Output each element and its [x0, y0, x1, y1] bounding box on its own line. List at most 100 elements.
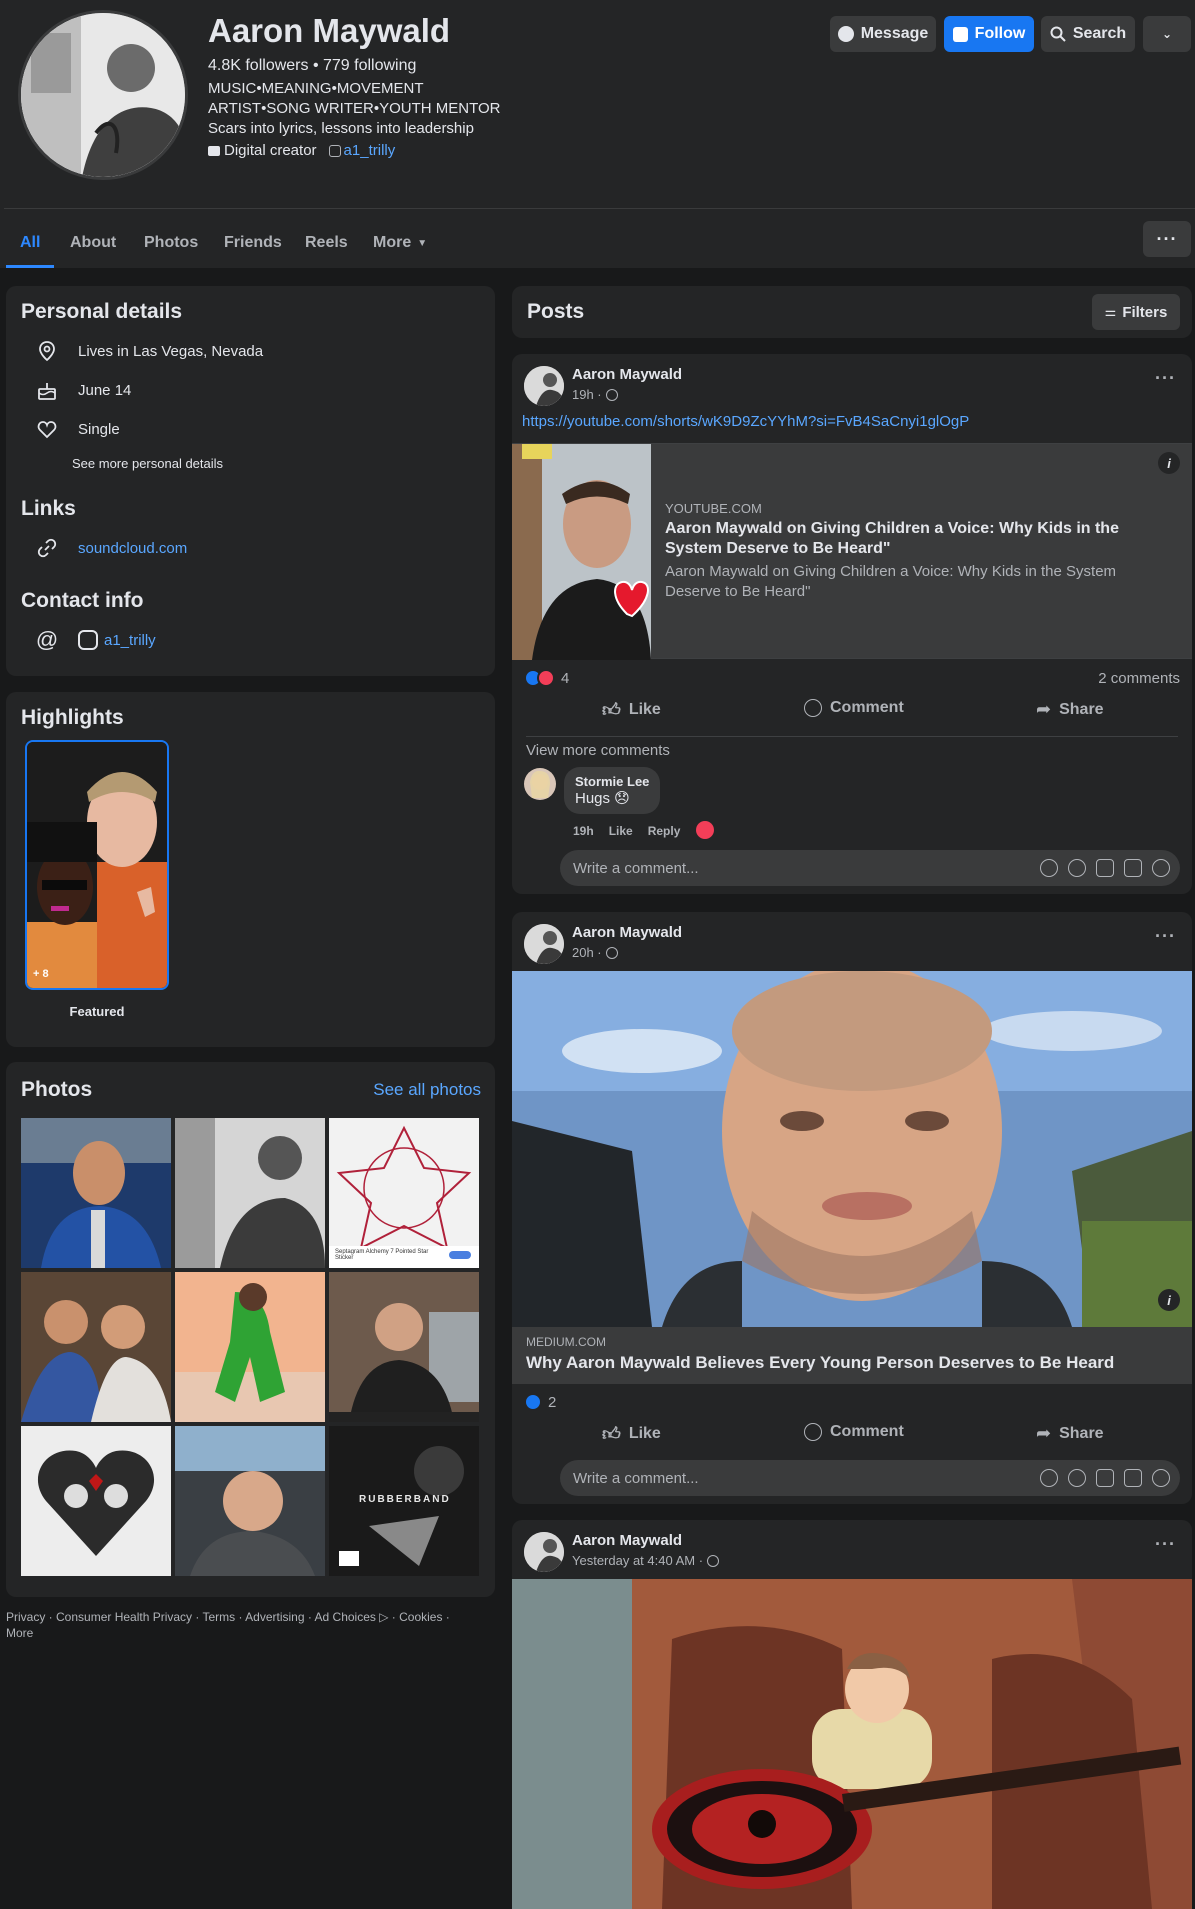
- photo-tile-6[interactable]: [329, 1272, 479, 1422]
- profile-avatar[interactable]: [18, 10, 188, 180]
- post-author-avatar[interactable]: [524, 366, 564, 406]
- info-icon[interactable]: i: [1158, 452, 1180, 474]
- comment-label: Comment: [830, 699, 904, 716]
- link-preview[interactable]: YOUTUBE.COM Aaron Maywald on Giving Chil…: [512, 443, 1192, 660]
- comments-count[interactable]: 2 comments: [1098, 670, 1180, 687]
- see-all-photos-link[interactable]: See all photos: [373, 1080, 481, 1100]
- photo-tile-3[interactable]: Septagram Alchemy 7 Pointed Star Sticker: [329, 1118, 479, 1268]
- post-author-name[interactable]: Aaron Maywald: [572, 1532, 682, 1549]
- camera-icon[interactable]: [1096, 1469, 1114, 1487]
- post-author-avatar[interactable]: [524, 1532, 564, 1572]
- post-author-name[interactable]: Aaron Maywald: [572, 366, 682, 383]
- comment-bubble: Stormie Lee Hugs 😞: [564, 767, 661, 814]
- tab-friends[interactable]: Friends: [224, 218, 282, 268]
- message-button[interactable]: Message: [830, 16, 936, 52]
- reaction-summary[interactable]: 2: [524, 1393, 556, 1411]
- like-button[interactable]: 👍︎ Like: [602, 1423, 661, 1445]
- instagram-link[interactable]: a1_trilly: [328, 142, 396, 159]
- photo-tile-2[interactable]: [175, 1118, 325, 1268]
- emoji-icon[interactable]: [1068, 859, 1086, 877]
- gif-icon[interactable]: [1124, 1469, 1142, 1487]
- search-icon: [1050, 26, 1066, 42]
- tab-all[interactable]: All: [20, 218, 40, 268]
- follow-button[interactable]: Follow: [944, 16, 1034, 52]
- cake-icon: [32, 375, 62, 405]
- follow-counts[interactable]: 4.8K followers • 779 following: [208, 57, 416, 75]
- filters-button[interactable]: ⚌ Filters: [1092, 294, 1180, 330]
- photo-tile-8[interactable]: [175, 1426, 325, 1576]
- sticker-icon[interactable]: [1152, 1469, 1170, 1487]
- see-more-details-link[interactable]: See more personal details: [72, 456, 223, 471]
- comment-time[interactable]: 19h: [573, 824, 594, 838]
- share-button[interactable]: ➦ Share: [1036, 1423, 1104, 1444]
- instagram-handle[interactable]: a1_trilly: [344, 142, 396, 159]
- tab-reels[interactable]: Reels: [305, 218, 348, 268]
- share-label: Share: [1059, 1424, 1104, 1442]
- footer-links[interactable]: Privacy · Consumer Health Privacy · Term…: [6, 1610, 450, 1624]
- instagram-contact-link[interactable]: a1_trilly: [104, 632, 156, 649]
- post-options-button[interactable]: ···: [1155, 926, 1176, 947]
- bio-line-1: MUSIC•MEANING•MOVEMENT: [208, 80, 424, 97]
- photo-tile-9[interactable]: RUBBERBAND: [329, 1426, 479, 1576]
- tabs-more-options-button[interactable]: ···: [1143, 221, 1191, 257]
- share-button[interactable]: ➦ Share: [1036, 699, 1104, 720]
- post-timestamp[interactable]: 20h ·: [572, 945, 618, 960]
- footer-more-link[interactable]: More: [6, 1626, 33, 1640]
- like-button[interactable]: 👍︎ Like: [602, 699, 661, 721]
- photo-tile-7[interactable]: [21, 1426, 171, 1576]
- comment-button[interactable]: Comment: [804, 1423, 904, 1441]
- post-options-button[interactable]: ···: [1155, 368, 1176, 389]
- search-button[interactable]: Search: [1041, 16, 1135, 52]
- location-text: Lives in Las Vegas, Nevada: [78, 342, 264, 360]
- soundcloud-link[interactable]: soundcloud.com: [78, 540, 187, 557]
- link-description: Aaron Maywald on Giving Children a Voice…: [665, 563, 1117, 600]
- detail-soundcloud[interactable]: soundcloud.com: [32, 533, 187, 563]
- sticker-icon[interactable]: [1152, 859, 1170, 877]
- post-author-name[interactable]: Aaron Maywald: [572, 924, 682, 941]
- post-3-image[interactable]: [512, 1579, 1192, 1909]
- commenter-avatar[interactable]: [524, 768, 556, 800]
- view-more-comments-link[interactable]: View more comments: [526, 736, 670, 759]
- tab-photos[interactable]: Photos: [144, 218, 198, 268]
- photo-tile-5[interactable]: [175, 1272, 325, 1422]
- search-label: Search: [1072, 25, 1127, 42]
- avatar-sticker-icon[interactable]: [1040, 1469, 1058, 1487]
- post-timestamp[interactable]: 19h ·: [572, 387, 618, 402]
- gif-icon[interactable]: [1124, 859, 1142, 877]
- highlights-title: Highlights: [21, 706, 124, 729]
- chevron-down-icon: ⌄: [1161, 27, 1173, 41]
- tab-about[interactable]: About: [70, 218, 116, 268]
- post-timestamp[interactable]: Yesterday at 4:40 AM ·: [572, 1553, 720, 1568]
- comment-button[interactable]: Comment: [804, 699, 904, 717]
- post-author-avatar[interactable]: [524, 924, 564, 964]
- comment-reply-button[interactable]: Reply: [648, 824, 681, 838]
- post-url-link[interactable]: https://youtube.com/shorts/wK9D9ZcYYhM?s…: [522, 413, 969, 430]
- tab-more[interactable]: More ▼: [373, 218, 427, 268]
- link-preview-2[interactable]: MEDIUM.COM Why Aaron Maywald Believes Ev…: [512, 1327, 1192, 1384]
- sticker-caption: Septagram Alchemy 7 Pointed Star Sticker: [335, 1249, 429, 1261]
- post-time-text: Yesterday at 4:40 AM ·: [572, 1553, 704, 1568]
- info-icon[interactable]: i: [1158, 1289, 1180, 1311]
- like-label: Like: [628, 1425, 661, 1442]
- briefcase-icon: [208, 145, 220, 156]
- comment-input[interactable]: Write a comment...: [560, 1460, 1180, 1496]
- comment-author[interactable]: Stormie Lee: [575, 774, 649, 789]
- photo-tile-1[interactable]: [21, 1118, 171, 1268]
- comment-like-button[interactable]: Like: [609, 824, 633, 838]
- reaction-summary[interactable]: 4: [524, 669, 569, 687]
- profile-dropdown-button[interactable]: ⌄: [1143, 16, 1191, 52]
- emoji-icon[interactable]: [1068, 1469, 1086, 1487]
- detail-birthday: June 14: [32, 375, 131, 405]
- post-2-image[interactable]: [512, 971, 1192, 1327]
- avatar-sticker-icon[interactable]: [1040, 859, 1058, 877]
- highlight-featured[interactable]: + 8: [25, 740, 169, 990]
- heart-icon: [32, 414, 62, 444]
- photo-tile-4[interactable]: [21, 1272, 171, 1422]
- share-label: Share: [1059, 700, 1104, 718]
- comment-love-reaction-icon[interactable]: [696, 821, 714, 839]
- comment-input[interactable]: Write a comment...: [560, 850, 1180, 886]
- love-reaction-icon: [537, 669, 555, 687]
- camera-icon[interactable]: [1096, 859, 1114, 877]
- post-options-button[interactable]: ···: [1155, 1534, 1176, 1555]
- detail-instagram[interactable]: @ a1_trilly: [32, 625, 156, 655]
